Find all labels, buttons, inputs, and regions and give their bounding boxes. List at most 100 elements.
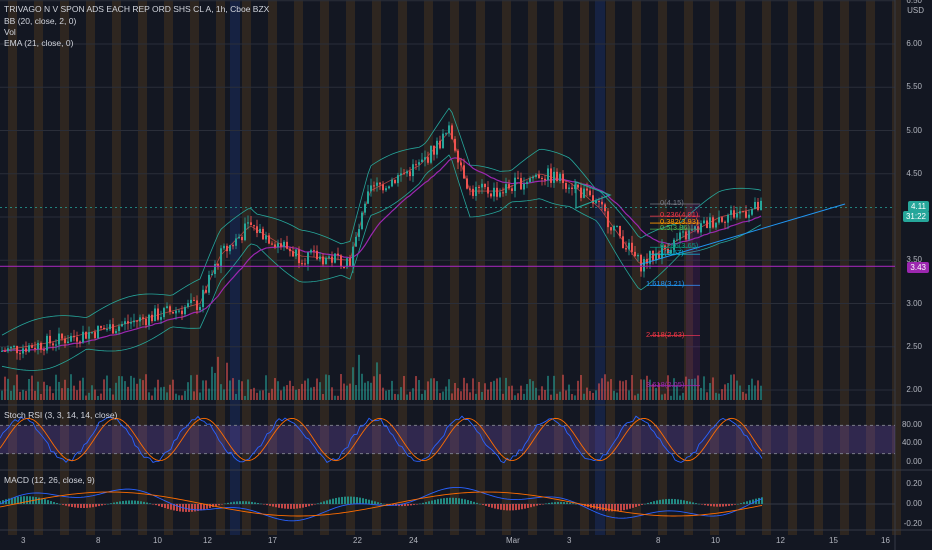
volume-bar (10, 390, 12, 400)
candle (712, 217, 714, 228)
candle (739, 211, 741, 214)
macd-hist (329, 499, 331, 504)
macd-hist (758, 497, 760, 504)
legend-bb[interactable]: BB (20, close, 2, 0) (4, 16, 76, 27)
candle (463, 165, 465, 179)
candle (361, 212, 363, 230)
candle (319, 256, 321, 260)
candle (124, 321, 126, 325)
volume-bar (241, 381, 243, 400)
time-axis-label: Mar (506, 536, 520, 545)
legend-vol[interactable]: Vol (4, 27, 16, 38)
volume-bar (304, 380, 306, 400)
macd-hist (515, 504, 517, 511)
candle (301, 263, 303, 265)
candle (283, 241, 285, 247)
macd-hist (365, 498, 367, 504)
price-axis-label: 3.00 (906, 298, 922, 308)
candle (718, 217, 720, 223)
candle (79, 341, 81, 343)
candle (274, 244, 276, 247)
candle (313, 250, 315, 252)
volume-bar (538, 395, 540, 400)
legend-ema[interactable]: EMA (21, close, 0) (4, 38, 73, 49)
candle (208, 274, 210, 293)
volume-bar (445, 386, 447, 400)
volume-bar (391, 380, 393, 400)
macd-hist (407, 504, 409, 506)
volume-bar (175, 393, 177, 400)
macd-hist (740, 503, 742, 504)
symbol-title[interactable]: TRIVAGO N V SPON ADS EACH REP ORD SHS CL… (4, 4, 269, 15)
macd-hist (122, 500, 124, 504)
volume-bar (511, 385, 513, 400)
candle (115, 330, 117, 334)
candle (508, 184, 510, 189)
macd-hist (224, 503, 226, 505)
time-axis-label: 10 (711, 536, 720, 545)
candle (742, 211, 744, 213)
volume-bar (178, 395, 180, 400)
volume-bar (418, 380, 420, 400)
candle (721, 217, 723, 222)
candle (628, 242, 630, 250)
macd-hist (677, 499, 679, 504)
candle (244, 223, 246, 241)
volume-bar (670, 395, 672, 400)
macd-hist (59, 503, 61, 505)
volume-bar (745, 393, 747, 400)
volume-bar (388, 389, 390, 400)
candle (442, 133, 444, 149)
volume-bar (541, 386, 543, 400)
candle (88, 332, 90, 339)
volume-bar (472, 378, 474, 400)
macd-hist (524, 504, 526, 509)
volume-bar (577, 380, 579, 400)
macd-hist (539, 504, 541, 505)
volume-bar (313, 386, 315, 400)
candle (496, 187, 498, 197)
macd-hist (266, 504, 268, 506)
candle (529, 178, 531, 183)
legend-stoch[interactable]: Stoch RSI (3, 3, 14, 14, close) (4, 410, 117, 421)
volume-bar (4, 376, 6, 400)
volume-bar (682, 392, 684, 400)
macd-hist (347, 496, 349, 504)
volume-bar (49, 386, 51, 400)
macd-hist (248, 501, 250, 504)
volume-bar (622, 381, 624, 400)
candle (43, 349, 45, 351)
candle (727, 214, 729, 223)
macd-hist (569, 502, 571, 504)
volume-bar (301, 383, 303, 400)
macd-hist (617, 504, 619, 512)
macd-hist (284, 504, 286, 509)
candle (631, 242, 633, 252)
macd-hist (158, 504, 160, 507)
time-axis-label: 16 (881, 536, 890, 545)
volume-bar (598, 383, 600, 400)
volume-bar (664, 393, 666, 400)
legend-macd[interactable]: MACD (12, 26, close, 9) (4, 475, 95, 486)
candle (601, 201, 603, 205)
session-band (424, 0, 433, 535)
candle (550, 168, 552, 183)
volume-bar (316, 378, 318, 400)
candle (349, 258, 351, 267)
macd-hist (131, 500, 133, 504)
macd-hist (674, 499, 676, 504)
candle (232, 245, 234, 247)
volume-bar (250, 389, 252, 400)
volume-bar (703, 376, 705, 400)
volume-bar (580, 375, 582, 400)
candle (235, 238, 237, 246)
candle (91, 332, 93, 334)
volume-bar (364, 382, 366, 400)
price-chart[interactable] (0, 0, 932, 550)
macd-hist (71, 504, 73, 508)
candle (754, 201, 756, 210)
candle (226, 245, 228, 252)
volume-bar (145, 374, 147, 400)
volume-bar (196, 374, 198, 400)
macd-hist (689, 501, 691, 504)
